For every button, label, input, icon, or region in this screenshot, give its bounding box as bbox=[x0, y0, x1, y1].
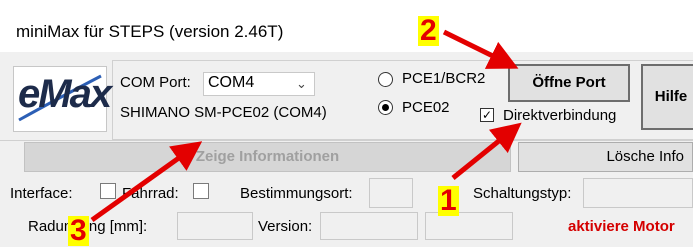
arrow-2 bbox=[442, 29, 519, 69]
annotation-arrows bbox=[90, 29, 522, 223]
annotation-marker-1: 1 bbox=[438, 184, 459, 217]
arrow-3 bbox=[90, 141, 203, 223]
annotation-marker-3: 3 bbox=[68, 214, 89, 247]
arrow-1 bbox=[451, 122, 522, 180]
annotation-marker-2: 2 bbox=[418, 14, 439, 47]
